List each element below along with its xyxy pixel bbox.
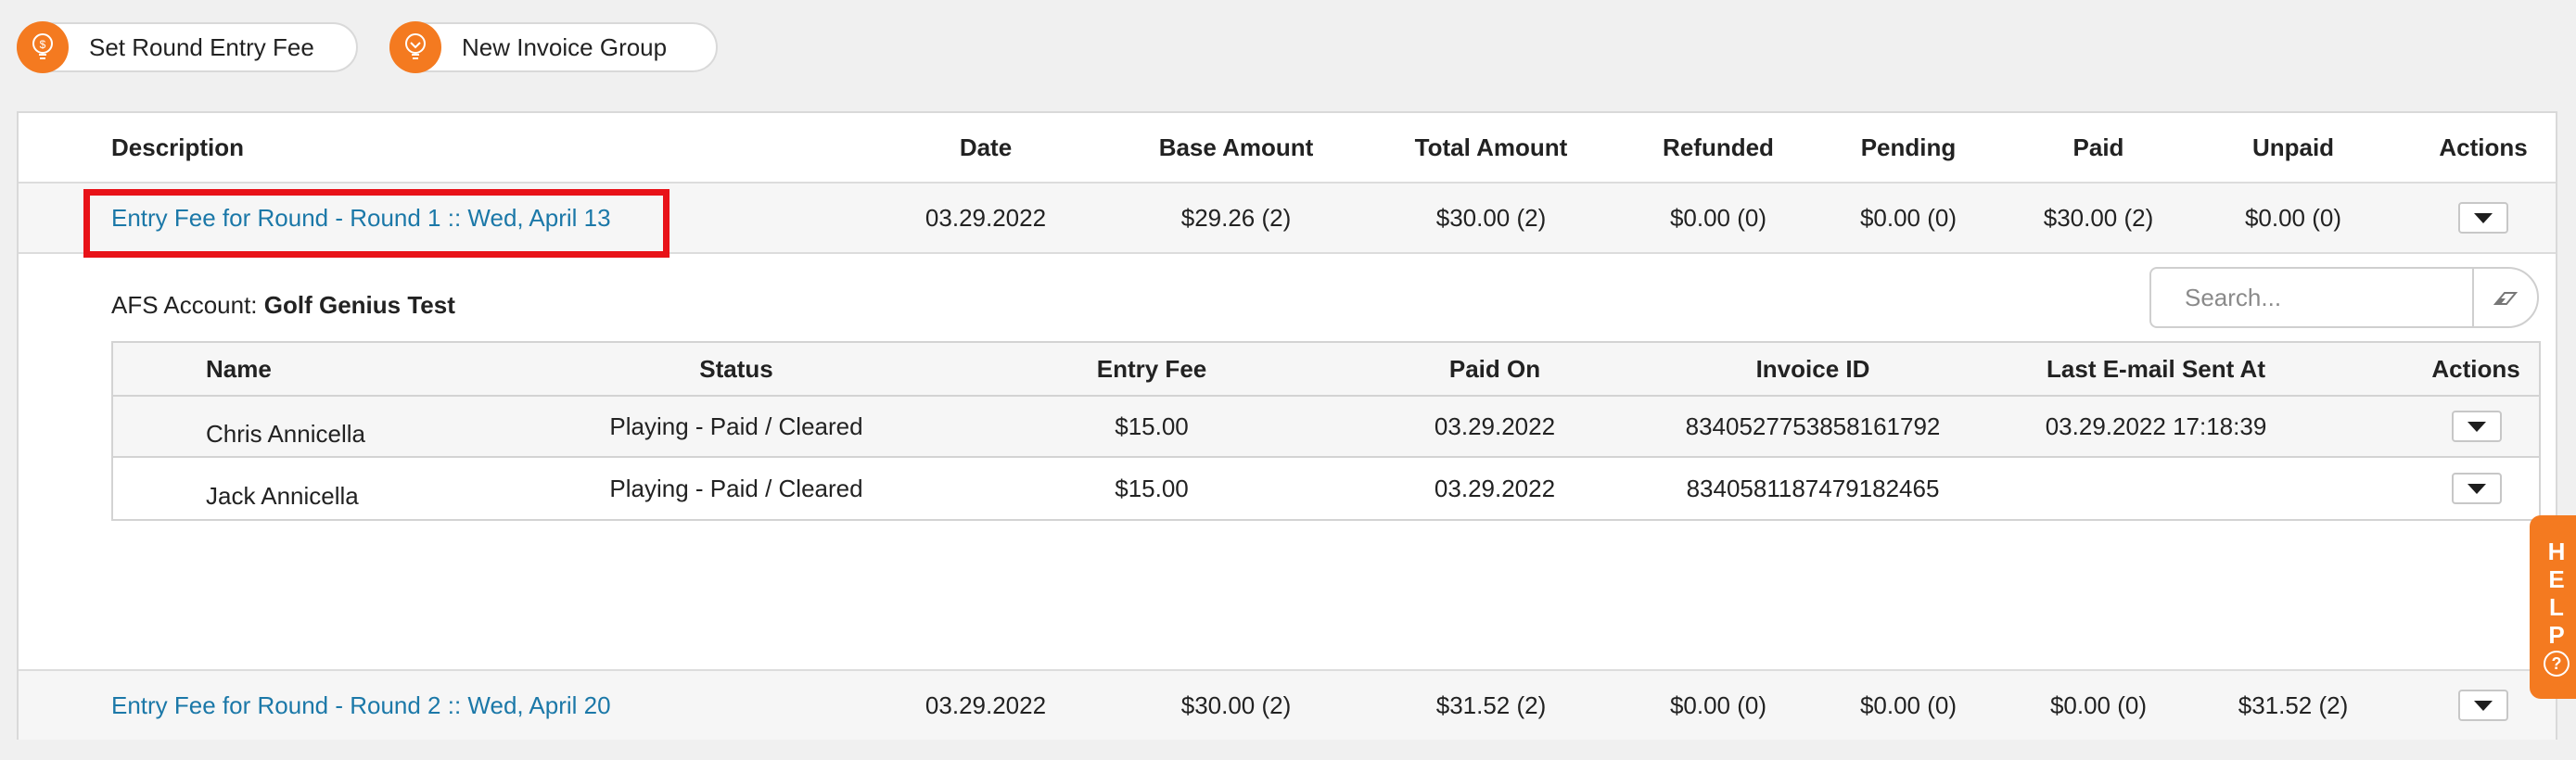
player-invoice-id: 8340527753858161792 — [1685, 412, 1941, 440]
row-unpaid: $0.00 (0) — [2244, 203, 2342, 232]
player-last-email — [1998, 458, 2314, 526]
row-total-amount: $31.52 (2) — [1435, 690, 1547, 719]
row-description-link[interactable]: Entry Fee for Round - Round 1 :: Wed, Ap… — [111, 184, 611, 252]
col-date: Date — [959, 133, 1013, 161]
col-paid: Paid — [2072, 133, 2124, 161]
player-paid-on: 03.29.2022 — [1434, 474, 1556, 502]
row-date: 03.29.2022 — [925, 690, 1047, 719]
help-letter: H — [2547, 538, 2566, 565]
afs-account: AFS Account: Golf Genius Test — [111, 291, 455, 320]
table-row: Entry Fee for Round - Round 1 :: Wed, Ap… — [19, 184, 2556, 254]
table-row: Chris Annicella Playing - Paid / Cleared… — [113, 397, 2539, 458]
subtable-header: Name Status Entry Fee Paid On Invoice ID… — [113, 343, 2539, 397]
row-actions-dropdown[interactable] — [2458, 202, 2508, 234]
col-subtable-actions: Actions — [2431, 354, 2520, 383]
afs-account-value: Golf Genius Test — [263, 291, 455, 319]
row-actions-dropdown[interactable] — [2458, 690, 2508, 721]
eraser-icon[interactable] — [2472, 269, 2537, 326]
col-entry-fee: Entry Fee — [1096, 354, 1207, 383]
row-paid: $30.00 (2) — [2043, 203, 2154, 232]
row-paid: $0.00 (0) — [2049, 690, 2148, 719]
col-paid-on: Paid On — [1448, 354, 1541, 383]
player-status: Playing - Paid / Cleared — [609, 474, 863, 502]
question-circle-icon: ? — [2544, 651, 2570, 677]
row-total-amount: $30.00 (2) — [1435, 203, 1547, 232]
row-unpaid: $31.52 (2) — [2238, 690, 2349, 719]
table-row: Entry Fee for Round - Round 2 :: Wed, Ap… — [19, 669, 2556, 740]
help-letter: L — [2549, 593, 2564, 621]
player-last-email: 03.29.2022 17:18:39 — [2045, 412, 2267, 440]
caret-down-icon — [2468, 421, 2486, 432]
player-actions-dropdown[interactable] — [2452, 473, 2502, 504]
col-last-email: Last E-mail Sent At — [2047, 354, 2265, 383]
help-letter: E — [2548, 565, 2565, 593]
col-actions: Actions — [2439, 133, 2528, 161]
search-box: Search... — [2149, 267, 2539, 328]
row-date: 03.29.2022 — [925, 203, 1047, 232]
lightbulb-icon: $ — [17, 21, 69, 73]
caret-down-icon — [2474, 700, 2493, 711]
row-base-amount: $29.26 (2) — [1180, 203, 1292, 232]
set-round-entry-fee-button[interactable]: $ Set Round Entry Fee — [17, 21, 358, 73]
help-letter: P — [2548, 621, 2565, 649]
player-name: Chris Annicella — [206, 419, 365, 448]
row-refunded: $0.00 (0) — [1669, 690, 1767, 719]
col-description: Description — [111, 133, 245, 161]
invoice-groups-table: Description Date Base Amount Total Amoun… — [17, 111, 2557, 740]
player-entry-fee: $15.00 — [1115, 474, 1189, 502]
svg-text:$: $ — [40, 38, 46, 51]
player-status: Playing - Paid / Cleared — [609, 412, 863, 440]
row-base-amount: $30.00 (2) — [1180, 690, 1292, 719]
row-refunded: $0.00 (0) — [1669, 203, 1767, 232]
row-pending: $0.00 (0) — [1859, 690, 1958, 719]
col-base-amount: Base Amount — [1158, 133, 1314, 161]
table-row: Jack Annicella Playing - Paid / Cleared … — [113, 458, 2539, 519]
col-invoice-id: Invoice ID — [1755, 354, 1870, 383]
table-header: Description Date Base Amount Total Amoun… — [19, 113, 2556, 184]
player-paid-on: 03.29.2022 — [1434, 412, 1556, 440]
col-total-amount: Total Amount — [1414, 133, 1568, 161]
row-description-link[interactable]: Entry Fee for Round - Round 2 :: Wed, Ap… — [111, 671, 611, 740]
players-subtable: Name Status Entry Fee Paid On Invoice ID… — [111, 341, 2541, 521]
player-name: Jack Annicella — [206, 481, 359, 510]
col-status: Status — [699, 354, 773, 383]
search-input[interactable]: Search... — [2151, 284, 2472, 312]
new-invoice-group-label: New Invoice Group — [462, 32, 668, 61]
new-invoice-group-button[interactable]: New Invoice Group — [389, 21, 718, 73]
col-refunded: Refunded — [1663, 133, 1774, 161]
player-actions-dropdown[interactable] — [2452, 411, 2502, 442]
row-pending: $0.00 (0) — [1859, 203, 1958, 232]
player-entry-fee: $15.00 — [1115, 412, 1189, 440]
col-unpaid: Unpaid — [2251, 133, 2335, 161]
col-pending: Pending — [1860, 133, 1957, 161]
caret-down-icon — [2474, 212, 2493, 223]
help-tab[interactable]: H E L P ? — [2530, 515, 2576, 699]
afs-account-label: AFS Account: — [111, 291, 258, 319]
set-round-entry-fee-label: Set Round Entry Fee — [89, 32, 314, 61]
player-invoice-id: 8340581187479182465 — [1686, 474, 1940, 502]
col-name: Name — [206, 354, 272, 383]
caret-down-icon — [2468, 483, 2486, 494]
lightbulb-icon — [389, 21, 441, 73]
